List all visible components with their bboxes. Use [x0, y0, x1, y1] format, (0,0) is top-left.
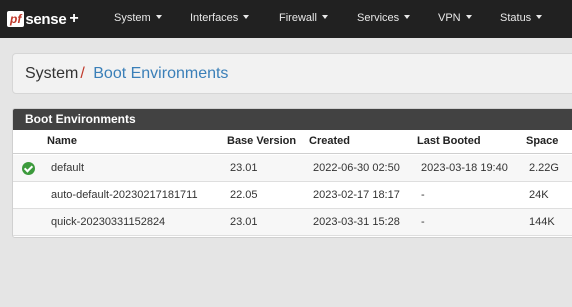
panel-title: Boot Environments	[13, 109, 572, 130]
caret-down-icon	[243, 15, 250, 19]
nav-menu-label: Interfaces	[190, 12, 239, 24]
logo-wordmark: sense	[25, 10, 67, 28]
row-base-version: 23.01	[230, 216, 258, 228]
breadcrumb-separator: /	[80, 65, 85, 82]
nav-menu-label: VPN	[438, 12, 461, 24]
nav-menu-label: Services	[357, 12, 400, 24]
row-last-booted: -	[421, 216, 425, 228]
logo-plus: +	[69, 10, 79, 27]
column-header-last-booted[interactable]: Last Booted	[417, 130, 481, 152]
row-name: auto-default-20230217181711	[51, 189, 198, 201]
nav-menu-label: System	[114, 12, 151, 24]
breadcrumb-current-link[interactable]: Boot Environments	[93, 65, 228, 82]
boot-environments-panel: Boot Environments Name Base Version Crea…	[12, 108, 572, 238]
column-header-name[interactable]: Name	[47, 130, 77, 152]
row-name: quick-20230331152824	[51, 216, 166, 228]
logo-pf-mark: pf	[7, 11, 25, 27]
caret-down-icon	[404, 15, 411, 19]
row-created: 2023-03-31 15:28	[313, 216, 400, 228]
caret-down-icon	[465, 15, 472, 19]
nav-menu-label: Firewall	[279, 12, 317, 24]
row-base-version: 23.01	[230, 162, 258, 174]
table-row[interactable]: default 23.01 2022-06-30 02:50 2023-03-1…	[13, 155, 572, 182]
breadcrumb-parent: System	[25, 65, 79, 82]
row-base-version: 22.05	[230, 189, 258, 201]
nav-menu-firewall[interactable]: Firewall	[279, 12, 328, 24]
nav-menu-system[interactable]: System	[114, 12, 162, 24]
breadcrumb: System / Boot Environments	[12, 53, 572, 94]
row-last-booted: -	[421, 189, 425, 201]
caret-down-icon	[321, 15, 328, 19]
table-row[interactable]: auto-default-20230217181711 22.05 2023-0…	[13, 182, 572, 209]
row-name: default	[51, 162, 85, 174]
row-created: 2022-06-30 02:50	[313, 162, 400, 174]
row-created: 2023-02-17 18:17	[313, 189, 400, 201]
nav-menu-vpn[interactable]: VPN	[438, 12, 472, 24]
top-navbar: pf sense + System Interfaces Firewall Se…	[0, 0, 572, 38]
table-header-row: Name Base Version Created Last Booted Sp…	[13, 130, 572, 154]
page-title: System / Boot Environments	[25, 65, 228, 83]
table-row[interactable]: quick-20230331152824 23.01 2023-03-31 15…	[13, 209, 572, 236]
caret-down-icon	[155, 15, 162, 19]
column-header-base-version[interactable]: Base Version	[227, 130, 296, 152]
nav-menu-status[interactable]: Status	[500, 12, 543, 24]
column-header-space[interactable]: Space	[526, 130, 558, 152]
nav-menu-interfaces[interactable]: Interfaces	[190, 12, 250, 24]
row-space: 24K	[529, 189, 549, 201]
nav-menu-label: Status	[500, 12, 532, 24]
row-space: 2.22G	[529, 162, 559, 174]
caret-down-icon	[536, 15, 543, 19]
nav-menu-services[interactable]: Services	[357, 12, 411, 24]
pfsense-logo[interactable]: pf sense +	[7, 9, 79, 29]
row-last-booted: 2023-03-18 19:40	[421, 162, 508, 174]
column-header-created[interactable]: Created	[309, 130, 350, 152]
row-space: 144K	[529, 216, 555, 228]
active-check-icon	[22, 162, 35, 175]
